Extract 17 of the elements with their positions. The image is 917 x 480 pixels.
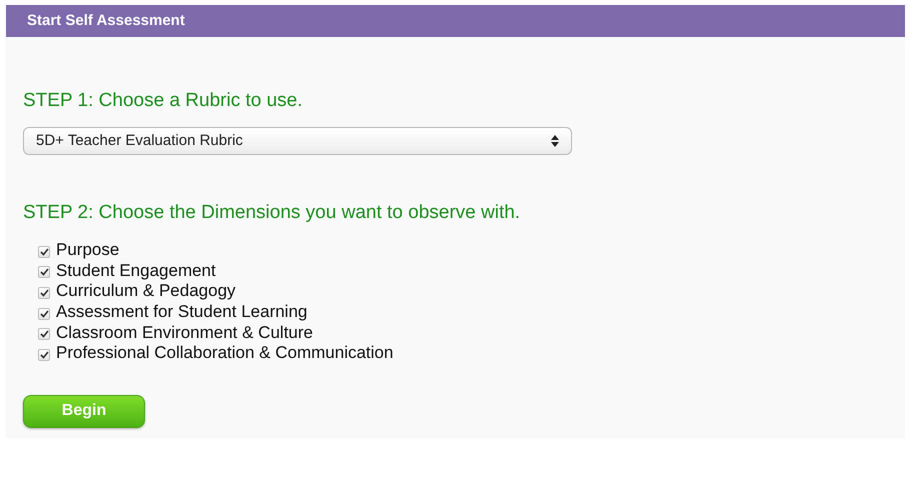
- checkbox[interactable]: [38, 266, 50, 278]
- dimension-label: Purpose: [56, 240, 120, 260]
- checkbox[interactable]: [38, 286, 50, 299]
- step-heading: STEP 1: Choose a Rubric to use.: [23, 89, 304, 113]
- dropdown-arrows-icon: [551, 135, 559, 147]
- dimension-label: Student Engagement: [56, 260, 216, 281]
- checkbox[interactable]: [38, 246, 50, 258]
- dimension-label: Classroom Environment & Culture: [56, 322, 313, 343]
- header-title: Start Self Assessment: [27, 10, 185, 31]
- checkbox[interactable]: [38, 348, 50, 361]
- dimension-label: Curriculum & Pedagogy: [56, 281, 236, 302]
- step-heading: STEP 2: Choose the Dimensions you want to observe with.: [23, 201, 522, 225]
- rubric-select[interactable]: 5D+ Teacher Evaluation Rubric: [23, 127, 572, 155]
- checkbox[interactable]: [38, 308, 50, 320]
- checkbox[interactable]: [38, 328, 50, 340]
- dimension-label: Assessment for Student Learning: [56, 302, 308, 322]
- dimension-label: Professional Collaboration & Communication: [56, 343, 394, 364]
